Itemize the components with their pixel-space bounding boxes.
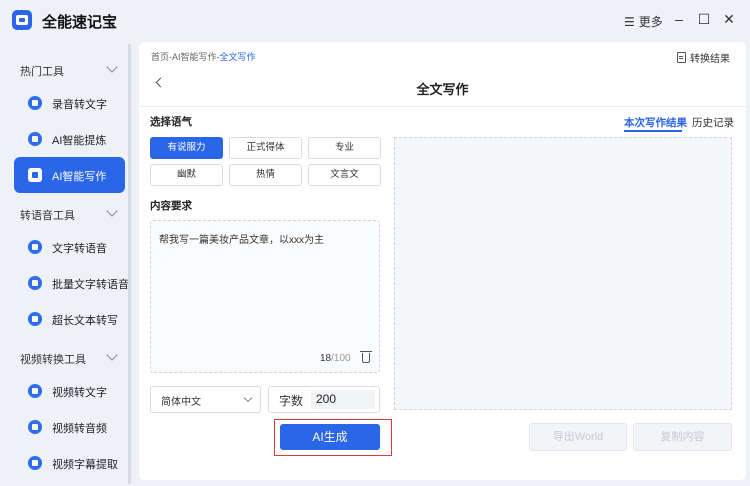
- char-counter: 18/100: [320, 353, 351, 364]
- language-value: 简体中文: [161, 397, 201, 408]
- content-text: 帮我写一篇美妆产品文章，以xxx为主: [159, 235, 324, 246]
- sidebar-section-hot-tools[interactable]: 热门工具: [0, 60, 132, 82]
- sidebar-item-label: 超长文本转写: [52, 315, 118, 327]
- breadcrumb-parent[interactable]: AI智能写作: [172, 52, 217, 62]
- highlight-box: [274, 419, 392, 456]
- batch-tts-icon: [28, 276, 42, 290]
- sidebar-item-ai-extract[interactable]: AI智能提炼: [14, 121, 125, 157]
- sidebar-item-label: AI智能写作: [52, 171, 107, 183]
- section-label: 视频转换工具: [20, 354, 86, 366]
- content-section-title: 内容要求: [150, 200, 192, 212]
- ai-write-icon: [28, 168, 42, 182]
- chevron-down-icon: [106, 205, 118, 217]
- title-bar: 全能速记宝 ☰ 更多 – ☐ ✕: [0, 0, 750, 40]
- chevron-down-icon: [243, 393, 253, 403]
- sidebar: 热门工具 录音转文字 AI智能提炼 AI智能写作 转语音工具 文字转语音 批量文…: [0, 40, 132, 486]
- sidebar-item-video-to-text[interactable]: 视频转文字: [14, 373, 125, 409]
- section-label: 转语音工具: [20, 210, 75, 222]
- breadcrumb-current: 全文写作: [219, 52, 256, 62]
- breadcrumb-home[interactable]: 首页: [151, 52, 169, 62]
- divider: [139, 106, 746, 107]
- sidebar-item-video-to-audio[interactable]: 视频转音频: [14, 409, 125, 445]
- sidebar-item-text-to-speech[interactable]: 文字转语音: [14, 229, 125, 265]
- sidebar-item-label: 录音转文字: [52, 99, 107, 111]
- sidebar-section-speech-tools[interactable]: 转语音工具: [0, 204, 132, 226]
- subtitle-extract-icon: [28, 456, 42, 470]
- sidebar-section-video-tools[interactable]: 视频转换工具: [0, 348, 132, 370]
- export-word-button[interactable]: 导出World: [529, 423, 627, 451]
- result-area: [394, 137, 732, 410]
- video-to-audio-icon: [28, 420, 42, 434]
- tone-option-humorous[interactable]: 幽默: [150, 164, 223, 186]
- sidebar-item-subtitle-extract[interactable]: 视频字幕提取: [14, 445, 125, 481]
- word-count-input[interactable]: 200: [311, 390, 375, 409]
- sidebar-item-label: 文字转语音: [52, 243, 107, 255]
- tab-history[interactable]: 历史记录: [692, 115, 734, 130]
- sidebar-item-long-text[interactable]: 超长文本转写: [14, 301, 125, 337]
- minimize-icon[interactable]: –: [672, 12, 686, 26]
- word-count-field: 字数 200: [268, 386, 380, 413]
- tone-option-formal[interactable]: 正式得体: [229, 137, 302, 159]
- chevron-down-icon: [106, 61, 118, 73]
- app-title: 全能速记宝: [42, 14, 118, 31]
- text-to-speech-icon: [28, 240, 42, 254]
- close-icon[interactable]: ✕: [722, 12, 736, 26]
- long-text-icon: [28, 312, 42, 326]
- language-select[interactable]: 简体中文: [150, 386, 261, 413]
- convert-results-button[interactable]: 转换结果: [677, 50, 730, 65]
- word-count-label: 字数: [279, 394, 304, 408]
- maximize-icon[interactable]: ☐: [697, 12, 711, 26]
- main-panel: 首页-AI智能写作-全文写作 转换结果 全文写作 选择语气 有说服力 正式得体 …: [139, 42, 746, 480]
- char-max: /100: [331, 353, 351, 364]
- ai-extract-icon: [28, 132, 42, 146]
- document-icon: [677, 52, 686, 63]
- sidebar-item-label: 视频转文字: [52, 387, 107, 399]
- content-requirements-input[interactable]: 帮我写一篇美妆产品文章，以xxx为主 18/100: [150, 220, 380, 373]
- sidebar-item-ai-write[interactable]: AI智能写作: [14, 157, 125, 193]
- sidebar-item-record-to-text[interactable]: 录音转文字: [14, 85, 125, 121]
- video-to-text-icon: [28, 384, 42, 398]
- more-menu-button[interactable]: ☰ 更多: [624, 13, 663, 30]
- sidebar-item-label: 视频字幕提取: [52, 459, 118, 471]
- tone-section-title: 选择语气: [150, 116, 192, 128]
- copy-content-button[interactable]: 复制内容: [633, 423, 732, 451]
- char-count: 18: [320, 353, 332, 364]
- trash-icon[interactable]: [360, 351, 372, 363]
- breadcrumb: 首页-AI智能写作-全文写作: [151, 50, 256, 63]
- sidebar-item-label: 批量文字转语音: [52, 279, 129, 291]
- more-label: 更多: [638, 15, 663, 29]
- tone-option-passionate[interactable]: 热情: [229, 164, 302, 186]
- tone-option-persuasive[interactable]: 有说服力: [150, 137, 223, 159]
- sidebar-scrollbar[interactable]: [128, 44, 131, 484]
- tone-option-professional[interactable]: 专业: [308, 137, 381, 159]
- sidebar-item-label: 视频转音频: [52, 423, 107, 435]
- sidebar-item-batch-tts[interactable]: 批量文字转语音: [14, 265, 129, 301]
- section-label: 热门工具: [20, 66, 64, 78]
- menu-icon: ☰: [624, 14, 635, 29]
- active-tab-indicator: [624, 130, 682, 132]
- record-icon: [28, 96, 42, 110]
- convert-results-label: 转换结果: [690, 54, 730, 65]
- tone-option-classical[interactable]: 文言文: [308, 164, 381, 186]
- sidebar-item-label: AI智能提炼: [52, 135, 107, 147]
- app-logo-icon: [12, 10, 32, 30]
- page-title: 全文写作: [416, 82, 469, 97]
- tab-current-result[interactable]: 本次写作结果: [624, 115, 687, 130]
- chevron-down-icon: [106, 349, 118, 361]
